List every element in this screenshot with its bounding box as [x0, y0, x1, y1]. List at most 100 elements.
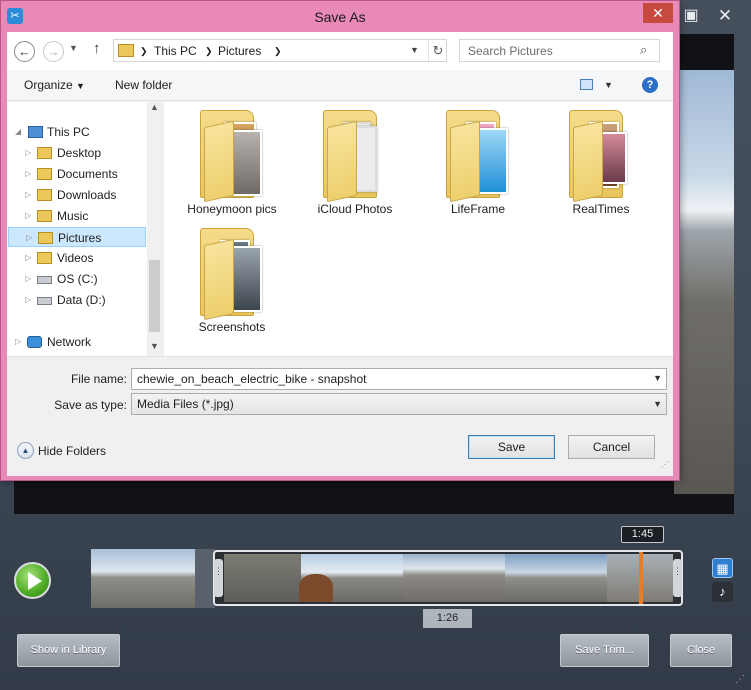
new-folder-button[interactable]: New folder	[115, 78, 172, 92]
play-button[interactable]	[14, 562, 51, 599]
chevron-up-icon[interactable]: ▲	[17, 442, 34, 459]
file-name-input[interactable]	[132, 369, 647, 389]
save-as-type-label: Save as type:	[54, 398, 127, 412]
scrollbar-thumb[interactable]	[149, 260, 160, 332]
cancel-button[interactable]: Cancel	[568, 435, 655, 459]
folder-icon	[200, 110, 264, 203]
trim-selection[interactable]: ⋮ ⋮	[213, 550, 683, 606]
maximize-icon[interactable]: ▣	[681, 6, 701, 26]
tree-item-label: Desktop	[57, 146, 102, 160]
folder-icloud-photos[interactable]: iCloud Photos	[296, 104, 414, 222]
dialog-close-button[interactable]: ✕	[643, 3, 673, 23]
breadcrumb-chevron-icon[interactable]: ❯	[274, 46, 282, 57]
folder-realtimes[interactable]: RealTimes	[542, 104, 660, 222]
pictures-folder-icon	[118, 44, 134, 57]
breadcrumb-pictures[interactable]: Pictures	[218, 44, 261, 58]
tree-item-desktop[interactable]: ▷ Desktop	[25, 143, 145, 163]
close-button[interactable]: Close	[670, 634, 732, 667]
help-icon[interactable]: ?	[642, 77, 658, 93]
file-name-combobox[interactable]: ▼	[131, 368, 667, 390]
file-list: Honeymoon pics iCloud Photos LifeFrame R…	[164, 102, 673, 356]
search-input[interactable]	[460, 40, 630, 61]
navigation-pane: ◢ This PC ▷ Desktop ▷ Documents ▷ Downlo…	[7, 102, 162, 356]
tree-item-label: Videos	[57, 251, 94, 265]
breadcrumb-chevron-icon[interactable]: ❯	[205, 46, 213, 57]
photo-thumbnail	[601, 132, 627, 184]
address-dropdown-icon[interactable]: ▼	[410, 45, 419, 55]
view-options-icon[interactable]	[580, 79, 593, 90]
tree-item-data-d[interactable]: ▷ Data (D:)	[25, 290, 145, 310]
folder-front	[573, 120, 603, 203]
nav-pane-scrollbar[interactable]: ▲ ▼	[147, 102, 162, 356]
folder-lifeframe[interactable]: LifeFrame	[419, 104, 537, 222]
play-icon	[28, 572, 42, 590]
search-box[interactable]: ⌕	[459, 39, 660, 62]
folder-icon	[446, 110, 510, 203]
forward-arrow-icon[interactable]: →	[43, 41, 64, 62]
timeline-thumbnail	[403, 554, 505, 602]
collapsed-arrow-icon[interactable]: ▷	[25, 290, 31, 310]
tree-item-label: Documents	[57, 167, 118, 181]
show-in-library-button[interactable]: Show in Library	[17, 634, 120, 667]
recent-locations-chevron-icon[interactable]: ▼	[69, 43, 78, 53]
collapsed-arrow-icon[interactable]: ▷	[25, 248, 31, 268]
tree-item-label: This PC	[47, 125, 90, 139]
folder-screenshots[interactable]: Screenshots	[173, 222, 291, 340]
trim-end-handle[interactable]: ⋮	[673, 559, 682, 597]
folder-icon	[323, 110, 387, 203]
chevron-down-icon[interactable]: ▼	[653, 373, 662, 383]
search-icon[interactable]: ⌕	[640, 42, 647, 58]
expanded-arrow-icon[interactable]: ◢	[15, 122, 21, 142]
breadcrumb-this-pc[interactable]: This PC	[154, 44, 197, 58]
tree-item-documents[interactable]: ▷ Documents	[25, 164, 145, 184]
organize-menu[interactable]: Organize ▼	[24, 78, 85, 92]
photo-thumbnail	[232, 130, 262, 196]
save-as-type-select[interactable]: Media Files (*.jpg) ▼	[131, 393, 667, 415]
tree-item-label: Network	[47, 335, 92, 349]
save-trim-button[interactable]: Save Trim...	[560, 634, 649, 667]
tree-item-this-pc[interactable]: ◢ This PC	[15, 122, 145, 142]
tree-item-videos[interactable]: ▷ Videos	[25, 248, 145, 268]
save-button[interactable]: Save	[468, 435, 555, 459]
collapsed-arrow-icon[interactable]: ▷	[25, 206, 31, 226]
timeline-gap	[195, 549, 215, 608]
playhead[interactable]	[639, 552, 643, 604]
close-icon[interactable]: ✕	[715, 6, 735, 26]
refresh-icon[interactable]: ↻	[428, 40, 447, 61]
breadcrumb-chevron-icon[interactable]: ❯	[140, 46, 148, 57]
audio-mode-icon[interactable]: ♪	[712, 582, 733, 602]
up-arrow-icon[interactable]: ↑	[93, 40, 101, 57]
collapsed-arrow-icon[interactable]: ▷	[26, 228, 32, 248]
collapsed-arrow-icon[interactable]: ▷	[25, 164, 31, 184]
tree-item-pictures[interactable]: ▷ Pictures	[8, 227, 146, 247]
collapsed-arrow-icon[interactable]: ▷	[25, 185, 31, 205]
back-arrow-icon[interactable]: ←	[14, 41, 35, 62]
trim-start-handle[interactable]: ⋮	[214, 559, 223, 597]
collapsed-arrow-icon[interactable]: ▷	[15, 332, 21, 352]
dialog-titlebar[interactable]: ✂ Save As ✕	[1, 1, 679, 32]
scroll-down-icon[interactable]: ▼	[147, 341, 162, 356]
organize-label: Organize	[24, 78, 73, 92]
tree-item-os-c[interactable]: ▷ OS (C:)	[25, 269, 145, 289]
save-as-type-value: Media Files (*.jpg)	[137, 397, 234, 411]
save-as-dialog: ✂ Save As ✕ ← → ▼ ↑ ❯ This PC ❯ Pictures…	[0, 0, 680, 481]
resize-grip-icon[interactable]: ⋰	[735, 674, 745, 685]
scroll-up-icon[interactable]: ▲	[147, 102, 162, 117]
chevron-down-icon: ▼	[76, 81, 85, 91]
tree-item-network[interactable]: ▷ Network	[15, 332, 145, 352]
address-bar[interactable]: ❯ This PC ❯ Pictures ❯ ▼ ↻	[113, 39, 447, 62]
folder-front	[204, 120, 234, 203]
file-name: RealTimes	[572, 202, 630, 216]
hide-folders-button[interactable]: Hide Folders	[38, 444, 106, 458]
view-options-chevron-icon[interactable]: ▼	[604, 80, 613, 90]
file-name: Honeymoon pics	[187, 202, 277, 216]
folder-honeymoon-pics[interactable]: Honeymoon pics	[173, 104, 291, 222]
video-mode-icon[interactable]: ▦	[712, 558, 733, 578]
collapsed-arrow-icon[interactable]: ▷	[25, 269, 31, 289]
tree-item-downloads[interactable]: ▷ Downloads	[25, 185, 145, 205]
resize-grip-icon[interactable]: ⋰	[661, 460, 669, 469]
folder-front	[450, 120, 480, 203]
collapsed-arrow-icon[interactable]: ▷	[25, 143, 31, 163]
pictures-folder-icon	[38, 232, 53, 244]
tree-item-music[interactable]: ▷ Music	[25, 206, 145, 226]
